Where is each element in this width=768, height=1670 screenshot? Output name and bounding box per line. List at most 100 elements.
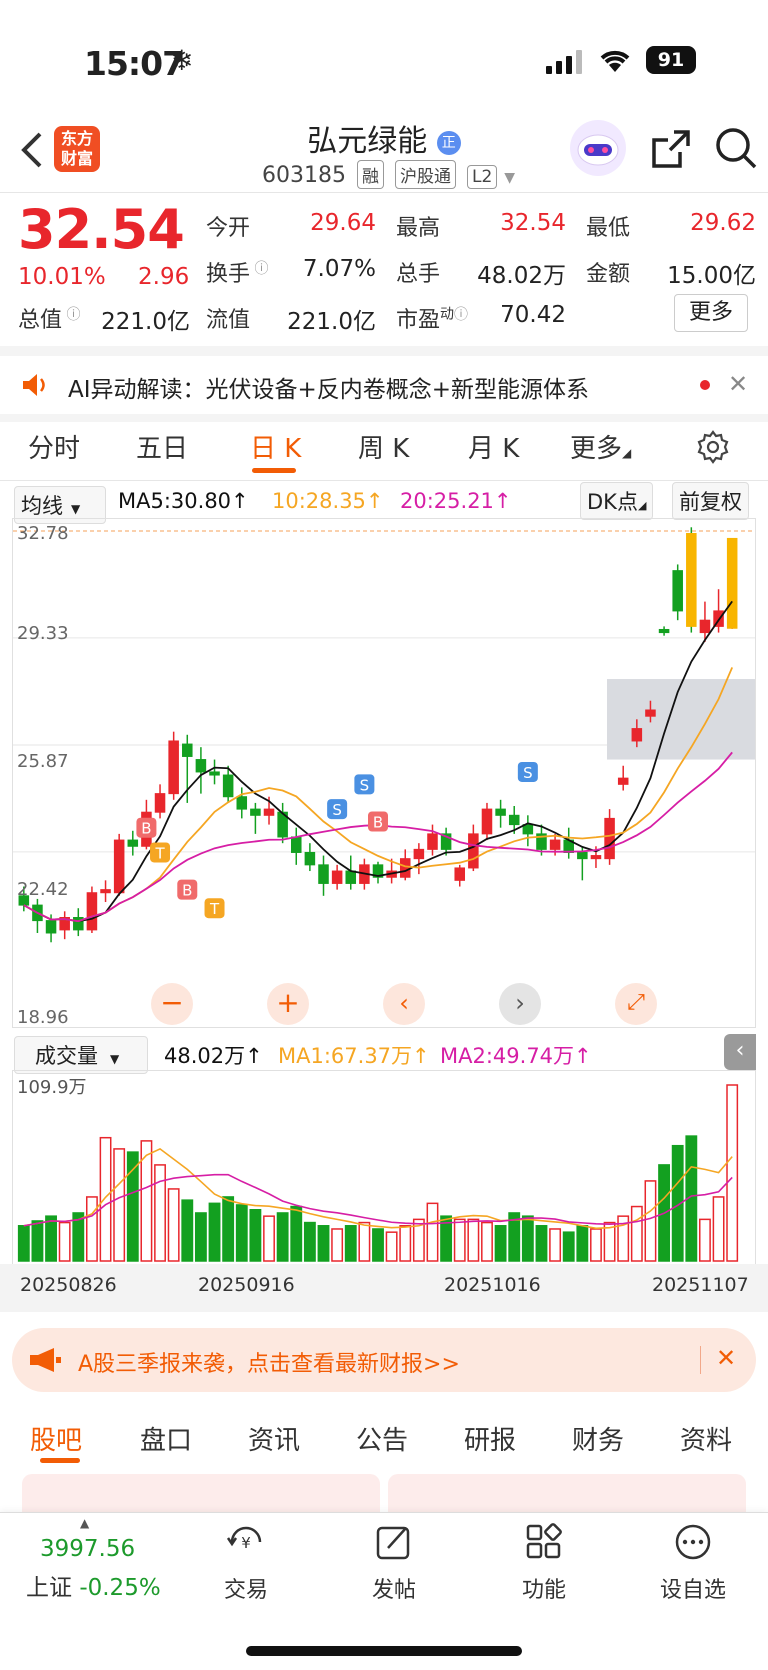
- volume-bar: [154, 1164, 166, 1262]
- ma10-legend: 10:28.35↑: [272, 489, 384, 513]
- stat-float-value: 221.0亿: [287, 309, 376, 335]
- candle: [427, 833, 438, 850]
- battery-icon: 91: [646, 46, 696, 74]
- active-tab-indicator: [252, 468, 296, 473]
- tab-weekly-k[interactable]: 周 K: [358, 428, 409, 465]
- settings-icon[interactable]: [696, 430, 730, 468]
- nav-post[interactable]: 发帖: [354, 1522, 434, 1604]
- nav-post-label: 发帖: [371, 1578, 416, 1603]
- stat-mktcap-label: 总值 ⓘ: [18, 302, 80, 334]
- vol-ma2-legend: MA2:49.74万↑: [440, 1040, 592, 1070]
- forward-adjust-toggle[interactable]: 前复权: [672, 482, 749, 520]
- volume-bar: [712, 1196, 725, 1262]
- volume-bar: [549, 1228, 562, 1262]
- tab-profile[interactable]: 资料: [680, 1420, 732, 1457]
- shanghai-index-value[interactable]: 3997.56: [40, 1536, 135, 1562]
- close-icon[interactable]: ✕: [716, 1344, 736, 1372]
- search-icon[interactable]: [714, 126, 758, 174]
- volume-bar: [181, 1199, 194, 1262]
- tab-more[interactable]: 更多◢: [570, 428, 631, 465]
- shanghai-index-change[interactable]: 上证 -0.25%: [26, 1568, 161, 1602]
- tab-announcements[interactable]: 公告: [356, 1420, 408, 1457]
- earnings-promo-banner[interactable]: A股三季报来袭，点击查看最新财报>> ✕: [12, 1328, 756, 1392]
- collapse-chart-button[interactable]: ‹: [724, 1034, 756, 1070]
- volume-max-label: 109.9万: [17, 1077, 87, 1098]
- kline-chart[interactable]: BTBTSSBS 32.78 29.33 25.87 22.42 18.96 −…: [12, 518, 756, 1028]
- stat-amount-label: 金额: [586, 262, 631, 287]
- candle: [604, 817, 615, 860]
- info-icon[interactable]: ⓘ: [454, 307, 468, 323]
- candle: [658, 628, 670, 634]
- more-stats-button[interactable]: 更多: [674, 294, 748, 332]
- nav-functions[interactable]: 功能: [504, 1522, 584, 1604]
- tab-guba[interactable]: 股吧: [30, 1420, 82, 1457]
- volume-bar: [126, 1151, 139, 1262]
- info-icon[interactable]: ⓘ: [250, 261, 268, 277]
- tab-monthly-k[interactable]: 月 K: [468, 428, 519, 465]
- marker-label: S: [523, 764, 533, 782]
- nav-set-watchlist[interactable]: 设自选: [648, 1522, 738, 1604]
- share-icon[interactable]: [650, 128, 692, 174]
- dk-point-toggle[interactable]: DK点◢: [580, 482, 654, 520]
- stock-code: 603185: [262, 163, 346, 188]
- vol-ma2-value: MA2:49.74万: [440, 1044, 575, 1068]
- tab-daily-k[interactable]: 日 K: [250, 428, 301, 465]
- ma5-legend: MA5:30.80↑: [118, 489, 249, 513]
- popularity-card[interactable]: [22, 1474, 380, 1514]
- change-amount: 2.96: [138, 264, 190, 290]
- fullscreen-icon[interactable]: ⤢: [615, 983, 657, 1025]
- volume-bar: [331, 1228, 344, 1262]
- ai-banner-text: AI异动解读：光伏设备+反内卷概念+新型能源体系: [68, 377, 590, 403]
- tab-finance[interactable]: 财务: [572, 1420, 624, 1457]
- pe-dynamic-sup: 动: [440, 306, 455, 323]
- candle: [481, 808, 493, 835]
- candle: [250, 808, 261, 816]
- marker-label: S: [332, 801, 342, 819]
- marker-label: T: [154, 844, 165, 862]
- candle: [468, 833, 479, 869]
- close-icon[interactable]: ✕: [728, 370, 748, 398]
- volume-bar: [576, 1225, 589, 1262]
- marker-label: T: [209, 900, 220, 918]
- vol-ma1-value: MA1:67.37万: [278, 1044, 413, 1068]
- scroll-right-button[interactable]: ›: [499, 983, 541, 1025]
- home-indicator: [246, 1646, 522, 1656]
- volume-svg: [17, 1084, 739, 1262]
- corner-caret-icon: ◢: [637, 499, 647, 512]
- post-icon: [376, 1526, 410, 1560]
- dropdown-caret-icon: ▼: [504, 170, 516, 186]
- candle: [699, 619, 711, 634]
- ai-banner[interactable]: AI异动解读：光伏设备+反内卷概念+新型能源体系 ✕: [0, 358, 768, 414]
- volume-bar: [99, 1136, 112, 1262]
- stat-low-label: 最低: [586, 216, 631, 241]
- tab-5day[interactable]: 五日: [136, 428, 188, 465]
- volume-chart[interactable]: 109.9万: [12, 1070, 756, 1264]
- tab-research[interactable]: 研报: [464, 1420, 516, 1457]
- candle: [182, 743, 193, 757]
- y-tick-0: 32.78: [17, 523, 69, 544]
- unread-dot: [700, 380, 710, 390]
- volume-indicator-select[interactable]: 成交量 ▼: [14, 1036, 148, 1074]
- volume-bar: [426, 1202, 439, 1262]
- stock-code-row[interactable]: 603185 融 沪股通 L2 ▼: [262, 160, 515, 189]
- candle: [631, 728, 643, 742]
- tab-order-book[interactable]: 盘口: [140, 1420, 192, 1457]
- stat-volume-value: 48.02万: [477, 263, 566, 289]
- tab-intraday[interactable]: 分时: [28, 428, 80, 465]
- scroll-left-button[interactable]: ‹: [383, 983, 425, 1025]
- nav-trade[interactable]: ¥ 交易: [206, 1522, 286, 1604]
- tab-news[interactable]: 资讯: [248, 1420, 300, 1457]
- stat-mktcap-value: 221.0亿: [101, 309, 190, 335]
- long-short-card[interactable]: [388, 1474, 746, 1514]
- zoom-out-button[interactable]: −: [151, 983, 193, 1025]
- tag-l2: L2: [466, 165, 498, 189]
- robot-avatar-icon[interactable]: [570, 120, 626, 176]
- zoom-in-button[interactable]: +: [267, 983, 309, 1025]
- info-icon[interactable]: ⓘ: [62, 307, 80, 323]
- y-tick-1: 29.33: [17, 623, 69, 644]
- candle: [495, 808, 506, 816]
- volume-bar: [194, 1212, 207, 1262]
- nav-watchlist-label: 设自选: [659, 1578, 726, 1603]
- candle: [672, 570, 683, 612]
- candle: [508, 814, 520, 826]
